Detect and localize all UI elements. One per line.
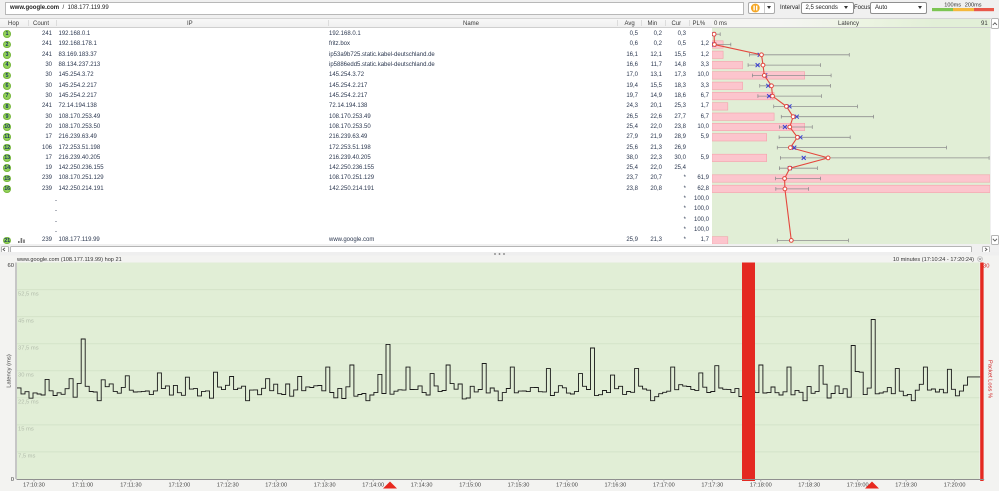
svg-text:17:11:30: 17:11:30	[120, 483, 141, 489]
svg-text:17:15:30: 17:15:30	[508, 483, 530, 489]
svg-text:17:14:00: 17:14:00	[362, 483, 384, 489]
svg-text:17:17:30: 17:17:30	[701, 483, 723, 489]
svg-text:0: 0	[11, 477, 14, 483]
svg-text:Latency (ms): Latency (ms)	[7, 354, 13, 388]
svg-text:17:18:30: 17:18:30	[798, 483, 820, 489]
svg-text:17:19:00: 17:19:00	[847, 483, 869, 489]
svg-text:17:18:00: 17:18:00	[750, 483, 772, 489]
svg-text:22,5 ms: 22,5 ms	[18, 400, 39, 406]
svg-text:30 ms: 30 ms	[18, 373, 34, 379]
svg-text:30: 30	[983, 264, 989, 270]
svg-text:45 ms: 45 ms	[18, 318, 34, 324]
svg-text:17:13:30: 17:13:30	[314, 483, 336, 489]
svg-text:17:19:30: 17:19:30	[895, 483, 917, 489]
svg-text:17:16:00: 17:16:00	[556, 483, 578, 489]
svg-text:Packet Loss %: Packet Loss %	[987, 360, 993, 398]
svg-text:52,5 ms: 52,5 ms	[18, 291, 39, 297]
svg-text:200ms: 200ms	[965, 2, 982, 8]
svg-text:17:17:00: 17:17:00	[653, 483, 675, 489]
svg-text:17:14:30: 17:14:30	[411, 483, 433, 489]
svg-text:17:12:30: 17:12:30	[217, 483, 239, 489]
svg-text:17:10:30: 17:10:30	[23, 483, 45, 489]
svg-text:17:15:00: 17:15:00	[459, 483, 481, 489]
svg-text:37,5 ms: 37,5 ms	[18, 346, 39, 352]
svg-text:www.google.com (108.177.119.99: www.google.com (108.177.119.99) hop 21	[16, 257, 122, 263]
svg-text:7,5 ms: 7,5 ms	[18, 454, 35, 460]
svg-text:17:20:00: 17:20:00	[944, 483, 966, 489]
svg-text:17:12:00: 17:12:00	[169, 483, 191, 489]
svg-text:10 minutes (17:10:24 - 17:20:2: 10 minutes (17:10:24 - 17:20:24)	[893, 257, 974, 263]
svg-text:17:11:00: 17:11:00	[72, 483, 93, 489]
svg-text:60: 60	[8, 263, 14, 269]
svg-text:100ms: 100ms	[944, 2, 961, 8]
svg-text:15 ms: 15 ms	[18, 427, 34, 433]
svg-text:17:13:00: 17:13:00	[265, 483, 287, 489]
svg-text:17:16:30: 17:16:30	[605, 483, 627, 489]
